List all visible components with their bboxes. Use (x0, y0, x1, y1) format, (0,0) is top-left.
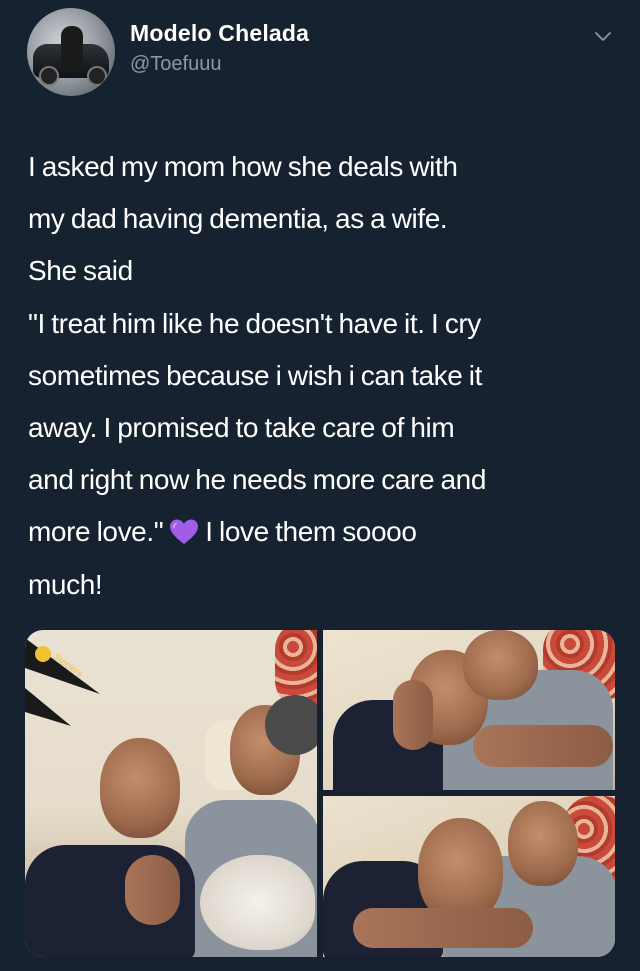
pennant-image (25, 688, 71, 726)
author-name[interactable]: Modelo Chelada (130, 20, 309, 47)
avatar-wheel (39, 66, 59, 86)
author-handle[interactable]: @Toefuuu (130, 53, 221, 76)
tweet-text-line: She said (28, 255, 133, 287)
tweet-photo-2[interactable] (323, 630, 615, 790)
tweet-text-line: my dad having dementia, as a wife. (28, 203, 448, 235)
tweet-text: I asked my mom how she deals with my dad… (28, 141, 618, 611)
tweet-card: Modelo Chelada @Toefuuu I asked my mom h… (0, 0, 640, 971)
dog-image (200, 855, 315, 950)
mom-arm (353, 908, 533, 948)
mom-face (463, 630, 538, 700)
tweet-text-line-with-emoji: more love." I love them soooo (28, 506, 618, 558)
tweet-text-segment: I love them soooo (205, 516, 417, 548)
mom-face (508, 801, 578, 886)
chevron-down-icon[interactable] (594, 28, 612, 46)
tweet-text-line: "I treat him like he doesn't have it. I … (28, 307, 481, 339)
dad-arm (393, 680, 433, 750)
mom-arm (473, 725, 613, 767)
dad-hand (125, 855, 180, 925)
avatar-person (61, 26, 83, 70)
avatar-wheel (87, 66, 107, 86)
tweet-text-line: and right now he needs more care and (28, 464, 487, 496)
tweet-text-segment: more love." (28, 516, 164, 548)
tweet-photo-3[interactable] (323, 796, 615, 957)
mom-hair (265, 695, 317, 755)
author-avatar[interactable] (27, 8, 115, 96)
tweet-media-grid: Steelers (25, 630, 615, 957)
tweet-photo-1[interactable]: Steelers (25, 630, 317, 957)
tweet-text-line: sometimes because i wish i can take it (28, 359, 483, 391)
pennant-image: Steelers (25, 638, 100, 694)
tweet-text-line: away. I promised to take care of him (28, 412, 455, 444)
purple-heart-icon (170, 519, 199, 545)
dad-face (100, 738, 180, 838)
tweet-text-line: I asked my mom how she deals with (28, 151, 458, 182)
tweet-text-line: much! (28, 568, 103, 600)
